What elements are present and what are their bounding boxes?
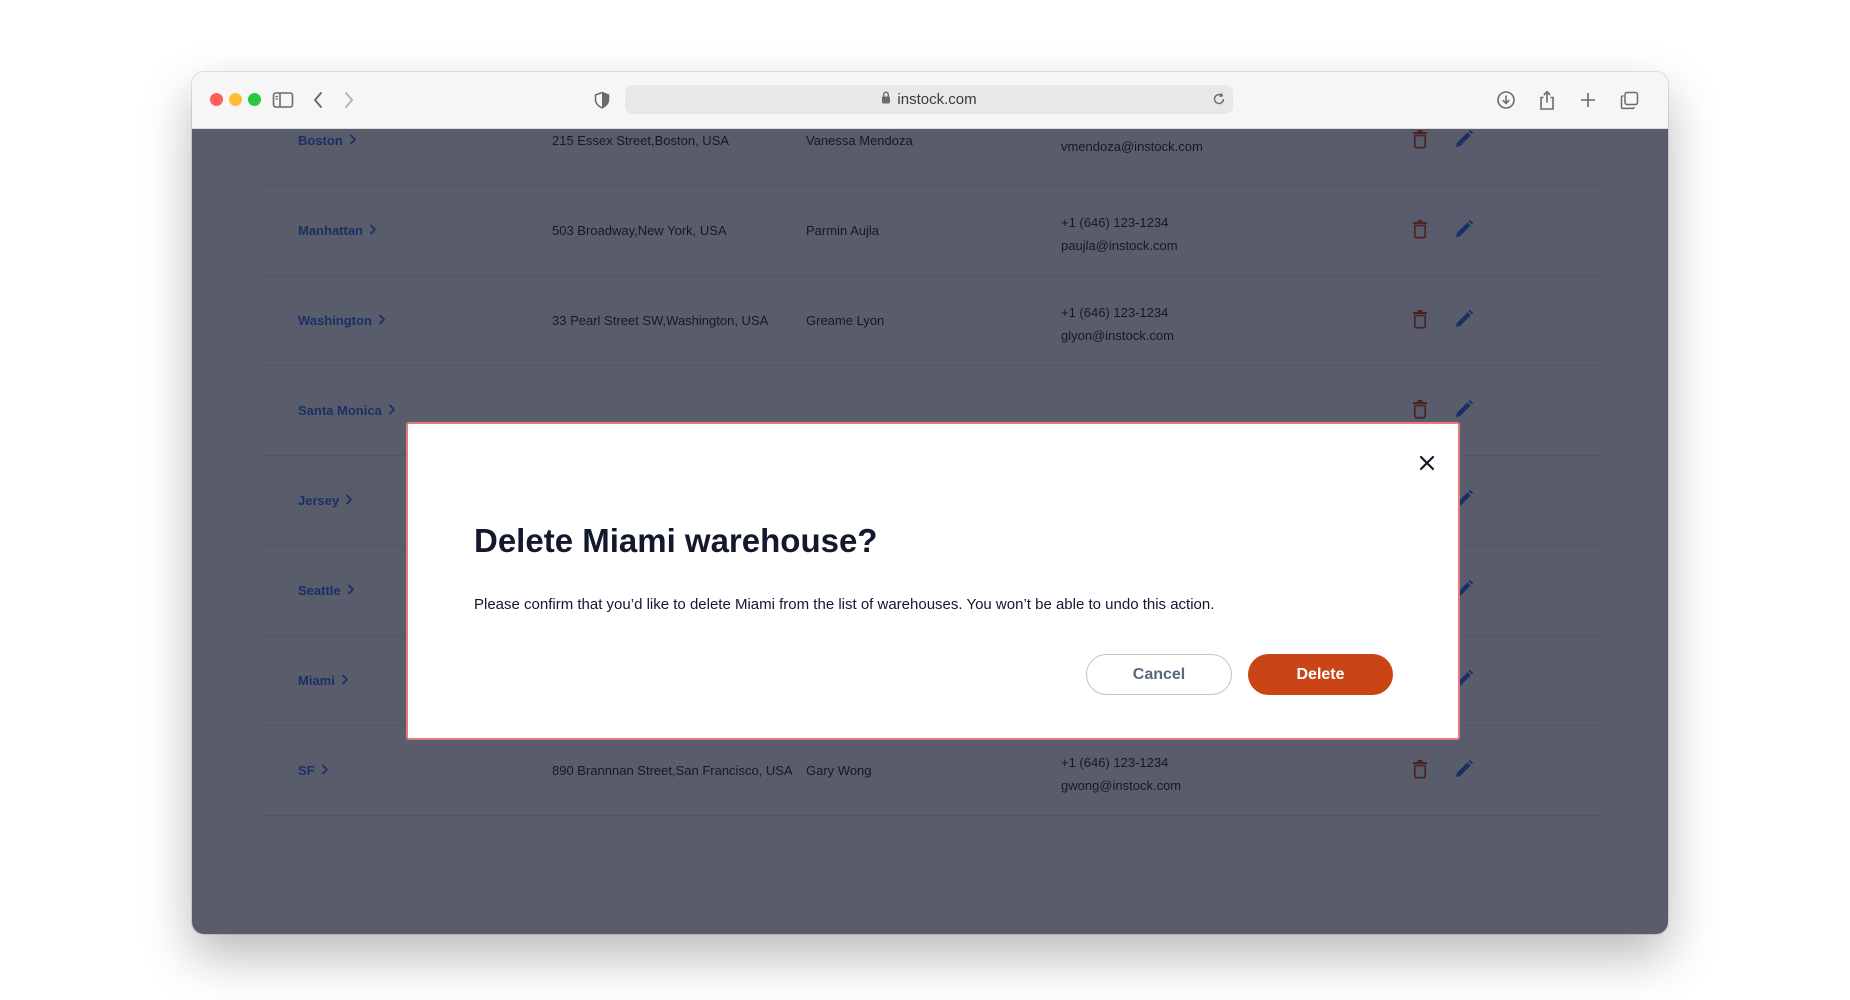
browser-toolbar: instock.com <box>192 72 1668 129</box>
tab-overview-icon[interactable] <box>1617 88 1641 112</box>
share-icon[interactable] <box>1535 88 1559 112</box>
delete-button[interactable]: Delete <box>1248 654 1393 695</box>
modal-message: Please confirm that you’d like to delete… <box>474 596 1215 613</box>
browser-window: instock.com Boston215 Essex Street,Bosto… <box>192 72 1668 934</box>
reload-icon[interactable] <box>1211 91 1227 111</box>
downloads-icon[interactable] <box>1494 88 1518 112</box>
sidebar-toggle-icon[interactable] <box>271 88 295 112</box>
lock-icon <box>881 91 891 108</box>
privacy-shield-icon[interactable] <box>590 88 614 112</box>
address-bar[interactable]: instock.com <box>625 85 1233 114</box>
zoom-window-button[interactable] <box>248 93 261 106</box>
cancel-button[interactable]: Cancel <box>1086 654 1232 695</box>
minimize-window-button[interactable] <box>229 93 242 106</box>
url-text: instock.com <box>897 91 977 108</box>
delete-warehouse-modal: Delete Miami warehouse? Please confirm t… <box>406 422 1460 740</box>
back-icon[interactable] <box>306 88 330 112</box>
new-tab-icon[interactable] <box>1576 88 1600 112</box>
forward-icon[interactable] <box>337 88 361 112</box>
page-content: Boston215 Essex Street,Boston, USAVaness… <box>192 129 1668 934</box>
close-icon[interactable] <box>1416 452 1438 474</box>
close-window-button[interactable] <box>210 93 223 106</box>
modal-title: Delete Miami warehouse? <box>474 522 878 559</box>
